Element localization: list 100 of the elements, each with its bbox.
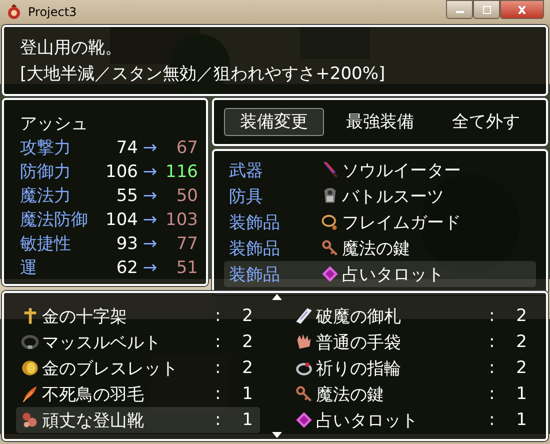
item-name: マッスルベルト xyxy=(42,332,162,354)
item-name: 普通の手袋 xyxy=(316,332,402,354)
item-count: 2 xyxy=(515,358,527,378)
item-name: 金の十字架 xyxy=(42,306,128,328)
command-item[interactable]: 最強装備 xyxy=(330,108,430,136)
stat-value: 93 xyxy=(115,233,138,256)
item-row[interactable]: 普通の手袋 : 2 xyxy=(290,329,534,355)
item-name: 不死鳥の羽毛 xyxy=(42,384,145,406)
item-row[interactable]: 不死鳥の羽毛 : 1 xyxy=(16,381,260,407)
stat-name: 運 xyxy=(20,257,38,280)
slot-row[interactable]: 武器 ソウルイーター xyxy=(224,157,536,183)
stat-name: 魔法力 xyxy=(20,185,72,208)
app-icon xyxy=(6,4,22,20)
diamond-icon xyxy=(321,265,339,283)
item-name: 占いタロット xyxy=(316,410,419,432)
scroll-down-icon xyxy=(272,432,282,438)
window-title: Project3 xyxy=(28,5,78,19)
stat-value: 74 xyxy=(115,137,138,160)
stat-name: 魔法防御 xyxy=(20,209,89,232)
slot-row[interactable]: 防具 バトルスーツ xyxy=(224,183,536,209)
sword-icon xyxy=(321,161,339,179)
slot-row[interactable]: 装飾品 フレイムガード xyxy=(224,209,536,235)
item-count: 1 xyxy=(515,384,527,404)
stat-name: 防御力 xyxy=(20,161,72,184)
gloves-icon xyxy=(295,333,313,351)
key-icon xyxy=(295,385,313,403)
item-name: 祈りの指輪 xyxy=(316,358,402,380)
slot-name: 武器 xyxy=(229,160,264,182)
maximize-icon xyxy=(482,6,492,14)
item-count: 2 xyxy=(241,358,253,378)
item-row[interactable]: 金の十字架 : 2 xyxy=(16,303,260,329)
slot-name: 装飾品 xyxy=(229,264,281,286)
help-text: 登山用の靴。 xyxy=(20,36,123,60)
item-name: 頑丈な登山靴 xyxy=(42,410,145,432)
slot-row[interactable]: 装飾品 占いタロット xyxy=(224,261,536,287)
colon-text: : xyxy=(489,358,496,378)
stat-value: 104 xyxy=(104,209,138,232)
slot-name: 装飾品 xyxy=(229,212,281,234)
item-count: 2 xyxy=(515,332,527,352)
item-row[interactable]: マッスルベルト : 2 xyxy=(16,329,260,355)
item-name: 金のブレスレット xyxy=(42,358,179,380)
item-row[interactable]: 魔法の鍵 : 1 xyxy=(290,381,534,407)
new-stat-value: 67 xyxy=(175,137,198,160)
new-stat-value: 116 xyxy=(164,161,198,184)
new-stat-value: 50 xyxy=(175,185,198,208)
equipped-item: 占いタロット xyxy=(342,264,444,286)
arrow-text: → xyxy=(142,161,158,184)
arrow-text: → xyxy=(142,233,158,256)
close-button[interactable] xyxy=(500,0,544,19)
colon-text: : xyxy=(489,306,496,326)
colon-text: : xyxy=(215,358,222,378)
new-stat-value: 103 xyxy=(164,209,198,232)
minimize-button[interactable] xyxy=(446,0,473,19)
stat-name: 敏捷性 xyxy=(20,233,72,256)
item-count: 2 xyxy=(515,306,527,326)
slot-row[interactable]: 装飾品 魔法の鍵 xyxy=(224,235,536,261)
item-row[interactable]: 占いタロット : 1 xyxy=(290,407,534,433)
colon-text: : xyxy=(215,410,222,430)
key-icon xyxy=(321,239,339,257)
necklace-icon xyxy=(321,213,339,231)
item-count: 1 xyxy=(241,410,253,430)
maximize-button[interactable] xyxy=(473,0,500,19)
slot-name: 装飾品 xyxy=(229,238,281,260)
item-count: 2 xyxy=(241,306,253,326)
colon-text: : xyxy=(489,384,496,404)
new-stat-value: 51 xyxy=(175,257,198,280)
item-name: 魔法の鍵 xyxy=(316,384,385,406)
item-row[interactable]: 破魔の御札 : 2 xyxy=(290,303,534,329)
equipped-item: フレイムガード xyxy=(342,212,461,234)
diamond-icon xyxy=(295,411,313,429)
item-count: 1 xyxy=(241,384,253,404)
help-text: [大地半減／スタン無効／狙われやすさ+200%] xyxy=(20,62,386,86)
paper-charm-icon xyxy=(295,307,313,325)
arrow-text: → xyxy=(142,137,158,160)
arrow-text: → xyxy=(142,257,158,280)
item-count: 1 xyxy=(515,410,527,430)
stat-value: 106 xyxy=(104,161,138,184)
actor-name: アッシュ xyxy=(20,113,89,136)
stat-value: 62 xyxy=(115,257,138,280)
colon-text: : xyxy=(489,332,496,352)
command-item[interactable]: 装備変更 xyxy=(224,108,324,136)
colon-text: : xyxy=(215,306,222,326)
colon-text: : xyxy=(215,332,222,352)
new-stat-value: 77 xyxy=(175,233,198,256)
command-item[interactable]: 全て外す xyxy=(436,108,536,136)
item-count: 2 xyxy=(241,332,253,352)
slot-name: 防具 xyxy=(229,186,264,208)
item-name: 破魔の御札 xyxy=(316,306,402,328)
item-row[interactable]: 頑丈な登山靴 : 1 xyxy=(16,407,260,433)
item-row[interactable]: 金のブレスレット : 2 xyxy=(16,355,260,381)
belt-icon xyxy=(21,333,39,351)
close-icon xyxy=(517,6,527,14)
colon-text: : xyxy=(489,410,496,430)
stat-name: 攻撃力 xyxy=(20,137,72,160)
equipped-item: バトルスーツ xyxy=(342,186,444,208)
stat-value: 55 xyxy=(115,185,138,208)
arrow-text: → xyxy=(142,185,158,208)
colon-text: : xyxy=(215,384,222,404)
item-row[interactable]: 祈りの指輪 : 2 xyxy=(290,355,534,381)
arrow-text: → xyxy=(142,209,158,232)
